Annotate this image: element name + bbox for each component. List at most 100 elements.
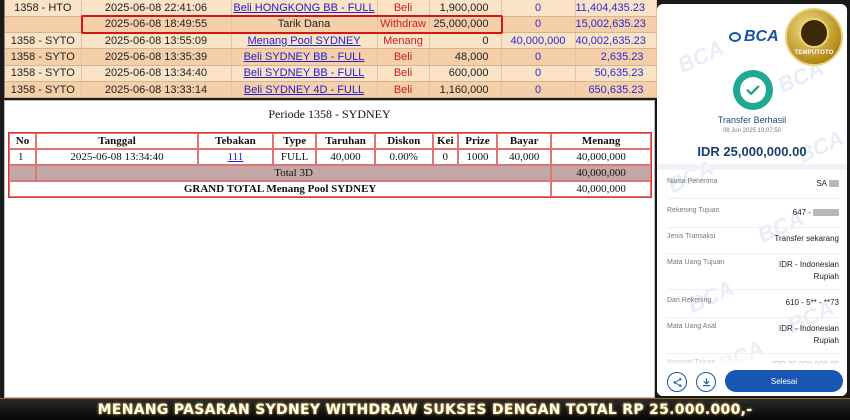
cell-type: FULL — [272, 149, 317, 165]
cell-tanggal: 2025-06-08 13:34:40 — [36, 149, 199, 165]
history-desc-link[interactable]: Beli SYDNEY BB - FULL — [244, 51, 365, 63]
tebakan-link[interactable]: 111 — [228, 151, 244, 163]
row-description: Menang Pool SYDNEY — [231, 32, 378, 50]
col-tebakan: Tebakan — [198, 133, 273, 149]
redaction-mask — [813, 209, 839, 217]
row-type: Menang — [377, 32, 430, 50]
table-row: 1 2025-06-08 13:34:40 111 FULL 40,000 0.… — [9, 149, 651, 165]
row-date: 2025-06-08 13:33:14 — [81, 81, 232, 99]
row-amount: 1,160,000 — [429, 81, 502, 99]
row-type: Beli — [377, 48, 430, 66]
col-bayar: Bayar — [497, 133, 552, 149]
row-balance: 11,404,435.23 — [575, 0, 657, 17]
bca-watermark: BCA — [663, 155, 718, 198]
total-label: Total 3D — [36, 165, 552, 181]
receipt-field-label: Mata Uang Tujuan — [667, 259, 725, 266]
row-code — [5, 16, 82, 34]
cell-taruhan: 40,000 — [316, 149, 375, 165]
col-kei: Kei — [432, 133, 458, 149]
temputoto-emblem: TEMPUTOTO — [785, 8, 843, 66]
row-description: Beli SYDNEY BB - FULL — [231, 65, 378, 82]
row-date: 2025-06-08 18:49:55 — [81, 16, 232, 34]
receipt-field-label: Mata Uang Asal — [667, 323, 717, 330]
total-row: Total 3D 40,000,000 — [9, 165, 651, 181]
cell-bayar: 40,000 — [497, 149, 552, 165]
col-diskon: Diskon — [374, 133, 433, 149]
row-credit: 40,000,000 — [501, 32, 576, 50]
receipt-field-label: Nama Penerima — [667, 178, 718, 185]
receipt-field-divider — [667, 289, 839, 290]
receipt-field-value-text: 647 - — [792, 208, 811, 217]
row-description: Tarik Dana — [231, 16, 378, 34]
row-amount: 1,900,000 — [429, 0, 502, 17]
history-table: 1358 - HTO 2025-06-08 22:41:06 Beli HONGKO… — [5, 0, 657, 99]
bca-logo-icon — [729, 32, 741, 42]
periode-header-row: No Tanggal Tebakan Type Taruhan Diskon K… — [9, 133, 651, 149]
receipt-field-value-text: SA — [816, 179, 827, 188]
row-date: 2025-06-08 22:41:06 — [81, 0, 232, 17]
receipt-action-bar: Selesai — [657, 364, 847, 396]
history-desc-link[interactable]: Beli HONGKONG BB - FULL — [233, 2, 374, 14]
periode-table: No Tanggal Tebakan Type Taruhan Diskon K… — [8, 132, 652, 198]
receipt-divider — [657, 164, 847, 170]
row-type: Withdraw — [377, 16, 430, 34]
total-spacer — [9, 165, 36, 181]
receipt-field-value: IDR - Indonesian Rupiah — [759, 323, 839, 347]
col-type: Type — [272, 133, 317, 149]
bca-logo: BCA — [729, 28, 779, 46]
receipt-field-value: Transfer sekarang — [774, 233, 839, 245]
receipt-field-divider — [667, 317, 839, 318]
row-code: 1358 - SYTO — [5, 65, 82, 82]
receipt-field-label: Dari Rekening — [667, 297, 712, 304]
grand-total-value: 40,000,000 — [551, 181, 651, 197]
history-row: 1358 - SYTO 2025-06-08 13:34:40 Beli SYDNE… — [5, 65, 657, 82]
redaction-mask — [829, 180, 839, 188]
cell-diskon: 0.00% — [374, 149, 433, 165]
history-row: 1358 - SYTO 2025-06-08 13:35:39 Beli SYDNE… — [5, 48, 657, 66]
emblem-core — [799, 18, 829, 48]
periode-panel: Periode 1358 - SYDNEY No Tanggal Tebakan… — [4, 100, 655, 398]
row-balance: 15,002,635.23 — [575, 16, 657, 34]
receipt-field-value: 610 - 5** - **73 — [786, 297, 839, 309]
row-code: 1358 - SYTO — [5, 32, 82, 50]
receipt-field-value: 647 - — [793, 207, 839, 219]
row-balance: 50,635.23 — [575, 65, 657, 82]
col-taruhan: Taruhan — [316, 133, 375, 149]
receipt-field-divider — [667, 253, 839, 254]
row-credit: 0 — [501, 65, 576, 82]
col-no: No — [9, 133, 36, 149]
download-button[interactable] — [696, 372, 716, 392]
row-amount: 0 — [429, 32, 502, 50]
row-amount: 25,000,000 — [429, 16, 502, 34]
cell-menang: 40,000,000 — [551, 149, 651, 165]
row-type: Beli — [377, 0, 430, 17]
grand-total-label: GRAND TOTAL Menang Pool SYDNEY — [9, 181, 552, 197]
history-desc-link[interactable]: Menang Pool SYDNEY — [247, 35, 360, 47]
transaction-history: 1358 - HTO 2025-06-08 22:41:06 Beli HONGKO… — [4, 0, 657, 99]
history-desc-link[interactable]: Beli SYDNEY BB - FULL — [244, 67, 365, 79]
grand-total-row: GRAND TOTAL Menang Pool SYDNEY 40,000,00… — [9, 181, 651, 197]
history-row: 1358 - HTO 2025-06-08 22:41:06 Beli HONGKO… — [5, 0, 657, 17]
receipt-field-divider — [667, 198, 839, 199]
total-value: 40,000,000 — [551, 165, 651, 181]
receipt-field-value-text: 610 - 5** - **73 — [785, 298, 839, 307]
bca-logo-text: BCA — [744, 28, 779, 45]
row-date: 2025-06-08 13:34:40 — [81, 65, 232, 82]
row-credit: 0 — [501, 81, 576, 99]
transfer-amount: IDR 25,000,000.00 — [697, 144, 807, 159]
receipt-field-label: Rekening Tujuan — [667, 207, 720, 214]
history-row: 1358 - SYTO 2025-06-08 13:33:14 Beli SYDNE… — [5, 81, 657, 99]
col-menang: Menang — [551, 133, 651, 149]
finish-button[interactable]: Selesai — [725, 370, 843, 392]
history-row: 1358 - SYTO 2025-06-08 13:55:09 Menang Poo… — [5, 32, 657, 50]
receipt-field-value-text: IDR - Indonesian Rupiah — [778, 324, 839, 345]
row-code: 1358 - HTO — [5, 0, 82, 17]
row-amount: 600,000 — [429, 65, 502, 82]
history-desc-link[interactable]: Beli SYDNEY 4D - FULL — [244, 84, 364, 96]
row-code: 1358 - SYTO — [5, 81, 82, 99]
col-prize: Prize — [457, 133, 498, 149]
row-type: Beli — [377, 81, 430, 99]
share-button[interactable] — [667, 372, 687, 392]
row-balance: 650,635.23 — [575, 81, 657, 99]
receipt-field-value: SA — [816, 178, 839, 190]
